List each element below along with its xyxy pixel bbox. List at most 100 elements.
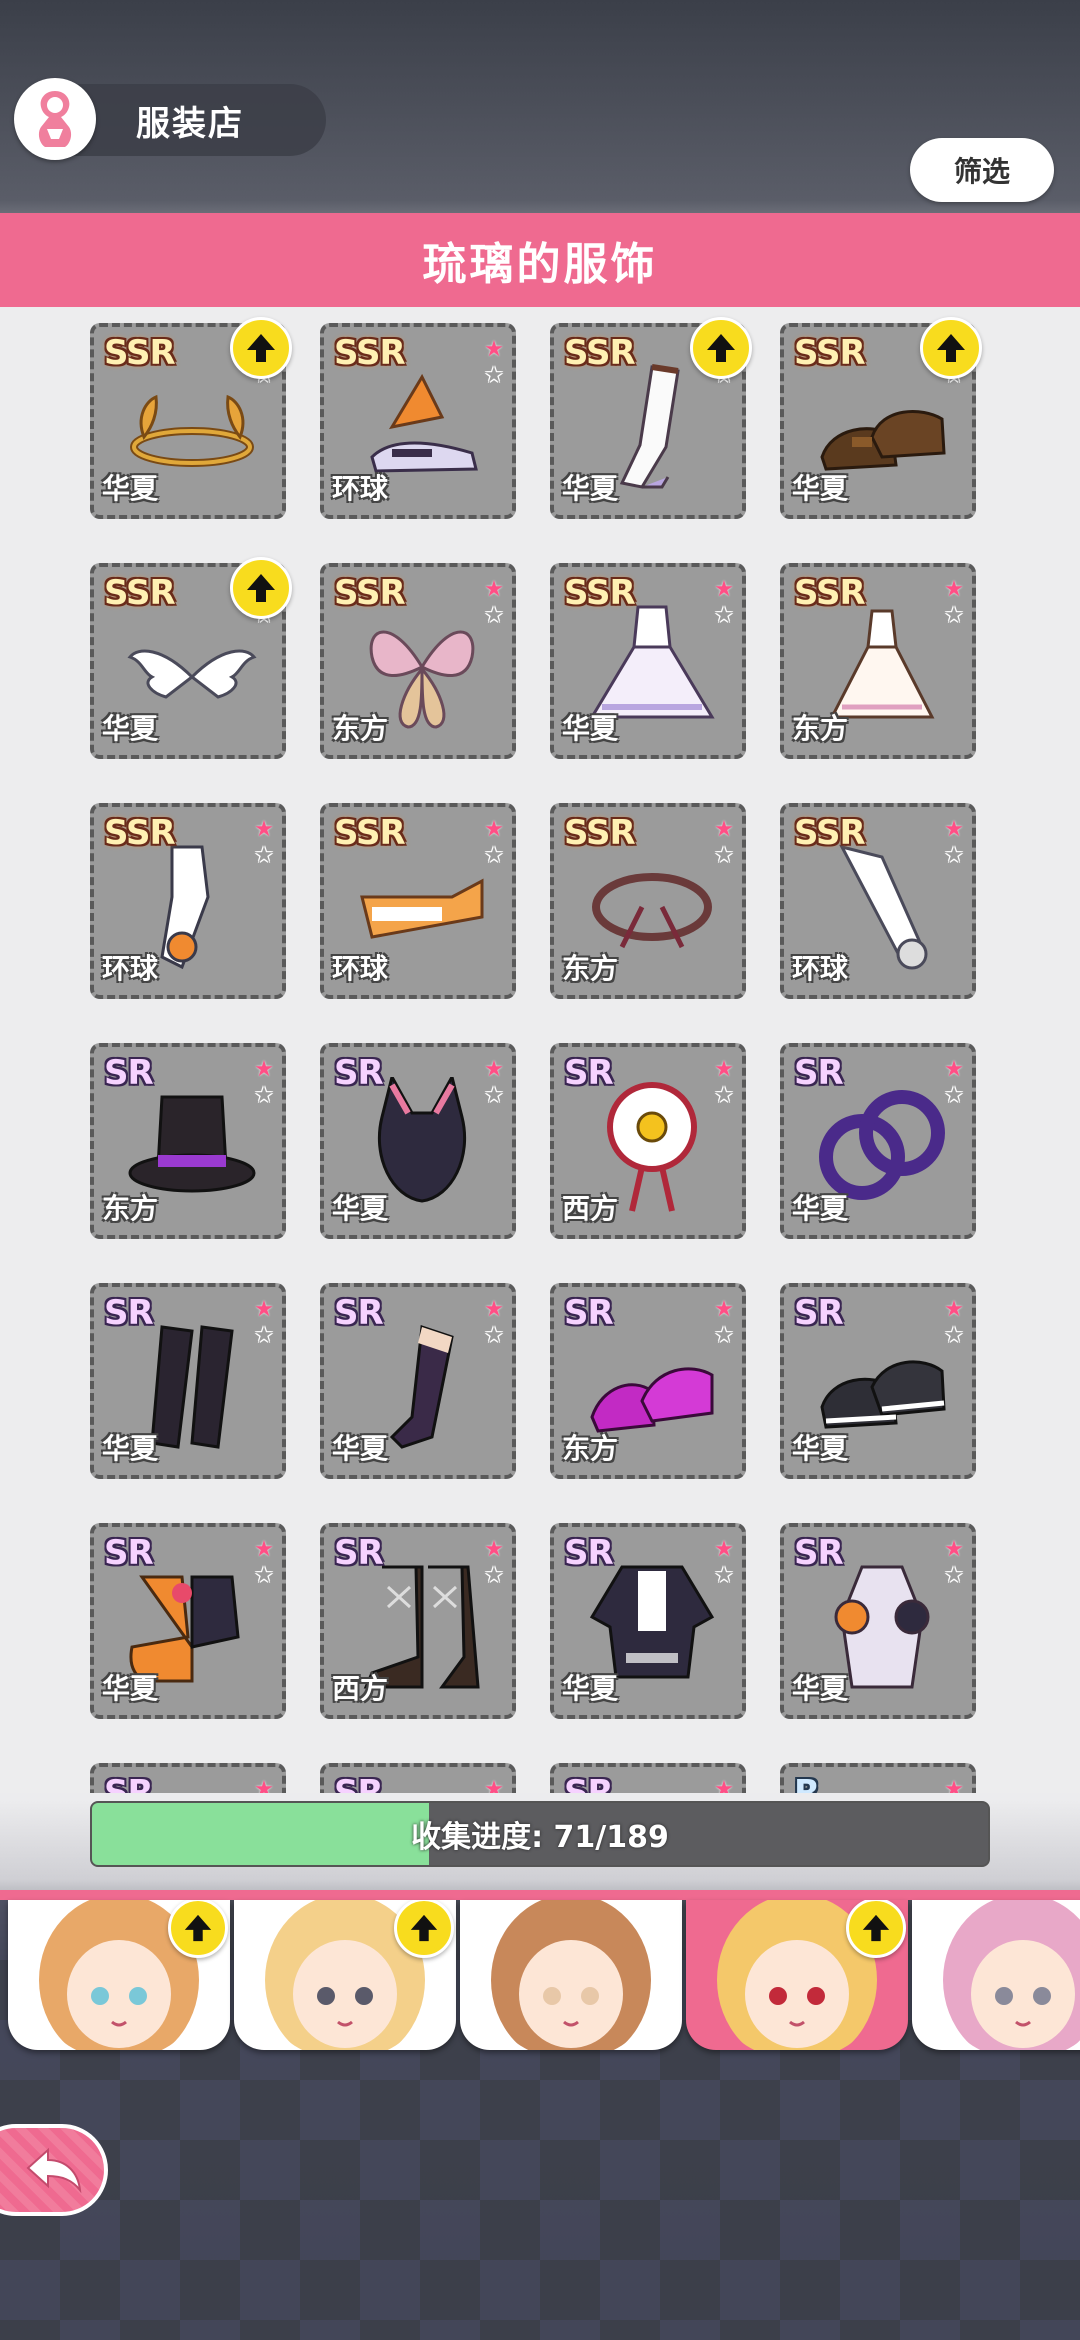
region-label: 西方 [332,1672,389,1705]
character-card[interactable] [8,1900,230,2050]
wardrobe-banner: 琉璃的服饰 [0,213,1080,307]
star-rating: ★★ [482,817,506,869]
region-label: 华夏 [792,1672,849,1705]
wardrobe-item[interactable]: SSR ★ ★ 环球 [320,323,516,519]
star-filled-icon: ★ [484,1297,504,1322]
star-empty-icon: ★ [944,1323,964,1348]
banner-title: 琉璃的服饰 [422,239,658,290]
star-rating: ★★ [252,1057,276,1109]
star-rating: ★★ [942,1537,966,1589]
wardrobe-item[interactable]: SSR★★华夏 [90,557,292,759]
rarity-badge: SSR [794,333,866,373]
rarity-badge: SR [104,1773,154,1793]
star-empty-icon: ★ [714,1563,734,1588]
upgrade-arrow-icon [846,1900,906,1958]
star-empty-icon: ★ [714,603,734,628]
character-bar-divider [0,1890,1080,1900]
wardrobe-item[interactable]: SR ★ ★ 西方 [320,1523,516,1719]
wardrobe-item[interactable]: SSR ★ ★ 东方 [550,803,746,999]
wardrobe-item[interactable]: SR ★ ★ 华夏 [320,1043,516,1239]
wardrobe-item[interactable]: SR ★ ★ 华夏 [780,1283,976,1479]
filter-button[interactable]: 筛选 [910,138,1054,202]
character-cat-ear-girl-icon [491,1900,651,2050]
region-label: 华夏 [562,1672,619,1705]
star-filled-icon: ★ [254,1057,274,1082]
wardrobe-item[interactable]: SR ★ ★ 华夏 [90,1523,286,1719]
star-rating: ★★ [942,577,966,629]
wardrobe-item[interactable]: SR ★ ★ 东方 [550,1283,746,1479]
wardrobe-item[interactable]: R ★★ [780,1763,976,1793]
region-label: 环球 [102,952,159,985]
back-button[interactable] [0,2124,108,2216]
rarity-badge: SSR [794,813,866,853]
wardrobe-item[interactable]: SR ★ ★ 西方 [550,1043,746,1239]
rarity-badge: SR [104,1533,154,1573]
wardrobe-item[interactable]: SR ★ ★ 华夏 [780,1043,976,1239]
wardrobe-item[interactable]: SSR ★ ★ 环球 [90,803,286,999]
wardrobe-item[interactable]: SSR ★ ★ 环球 [780,803,976,999]
star-filled-icon: ★ [944,1057,964,1082]
star-rating: ★★ [712,817,736,869]
rarity-badge: SR [104,1293,154,1333]
star-empty-icon: ★ [714,1083,734,1108]
rarity-badge: SSR [564,813,636,853]
star-empty-icon: ★ [484,1083,504,1108]
character-card[interactable] [460,1900,682,2050]
wardrobe-item[interactable]: SR ★★ [90,1763,286,1793]
rarity-badge: R [794,1773,820,1793]
progress-label: 收集进度: 71/189 [411,1820,669,1855]
character-card[interactable] [912,1900,1080,2050]
region-label: 环球 [332,472,389,505]
wardrobe-item[interactable]: SSR★★华夏 [780,317,982,519]
wardrobe-item[interactable]: SR ★ ★ 华夏 [320,1283,516,1479]
star-empty-icon: ★ [944,1563,964,1588]
upgrade-arrow-icon [690,317,752,379]
wardrobe-item[interactable]: SR ★ ★ 东方 [90,1043,286,1239]
star-filled-icon: ★ [714,1537,734,1562]
rarity-badge: SSR [104,813,176,853]
star-rating: ★★ [482,1537,506,1589]
star-filled-icon: ★ [484,1537,504,1562]
star-empty-icon: ★ [254,1563,274,1588]
star-filled-icon: ★ [944,577,964,602]
rarity-badge: SSR [334,573,406,613]
star-empty-icon: ★ [714,843,734,868]
character-card[interactable] [686,1900,908,2050]
star-filled-icon: ★ [944,1297,964,1322]
region-label: 华夏 [102,1432,159,1465]
wardrobe-item[interactable]: SSR★★华夏 [550,317,752,519]
star-empty-icon: ★ [484,1563,504,1588]
star-filled-icon: ★ [484,817,504,842]
star-rating: ★★ [712,577,736,629]
rarity-badge: SSR [104,573,176,613]
wardrobe-item[interactable]: SR ★ ★ 华夏 [780,1523,976,1719]
region-label: 东方 [102,1192,159,1225]
region-label: 华夏 [792,1432,849,1465]
collection-progress-bar: 收集进度: 71/189 [90,1801,990,1867]
star-filled-icon: ★ [254,1537,274,1562]
star-empty-icon: ★ [944,843,964,868]
star-filled-icon: ★ [944,817,964,842]
star-empty-icon: ★ [714,1323,734,1348]
wardrobe-item[interactable]: SSR ★ ★ 环球 [320,803,516,999]
wardrobe-item[interactable]: SR ★★ [320,1763,516,1793]
region-label: 华夏 [562,472,619,505]
upgrade-arrow-icon [394,1900,454,1958]
wardrobe-item[interactable]: SSR ★ ★ 东方 [320,563,516,759]
star-rating: ★★ [482,1297,506,1349]
wardrobe-item[interactable]: SR ★ ★ 华夏 [550,1523,746,1719]
region-label: 东方 [332,712,389,745]
wardrobe-item[interactable]: SSR★★华夏 [90,317,292,519]
star-filled-icon: ★ [484,337,504,362]
region-label: 西方 [562,1192,619,1225]
shop-logo-icon [14,78,96,160]
back-arrow-icon [26,2147,82,2194]
star-filled-icon: ★ [944,1777,964,1793]
wardrobe-item[interactable]: SR ★★ [550,1763,746,1793]
star-rating: ★★ [482,577,506,629]
item-grid-panel[interactable]: SSR★★华夏SSR★★环球SSR★★华夏SSR★★华夏SSR★★华夏SSR★★… [0,307,1080,1793]
wardrobe-item[interactable]: SSR★★华夏 [550,563,746,759]
wardrobe-item[interactable]: SR ★ ★ 华夏 [90,1283,286,1479]
character-card[interactable] [234,1900,456,2050]
wardrobe-item[interactable]: SSR ★ ★ 东方 [780,563,976,759]
